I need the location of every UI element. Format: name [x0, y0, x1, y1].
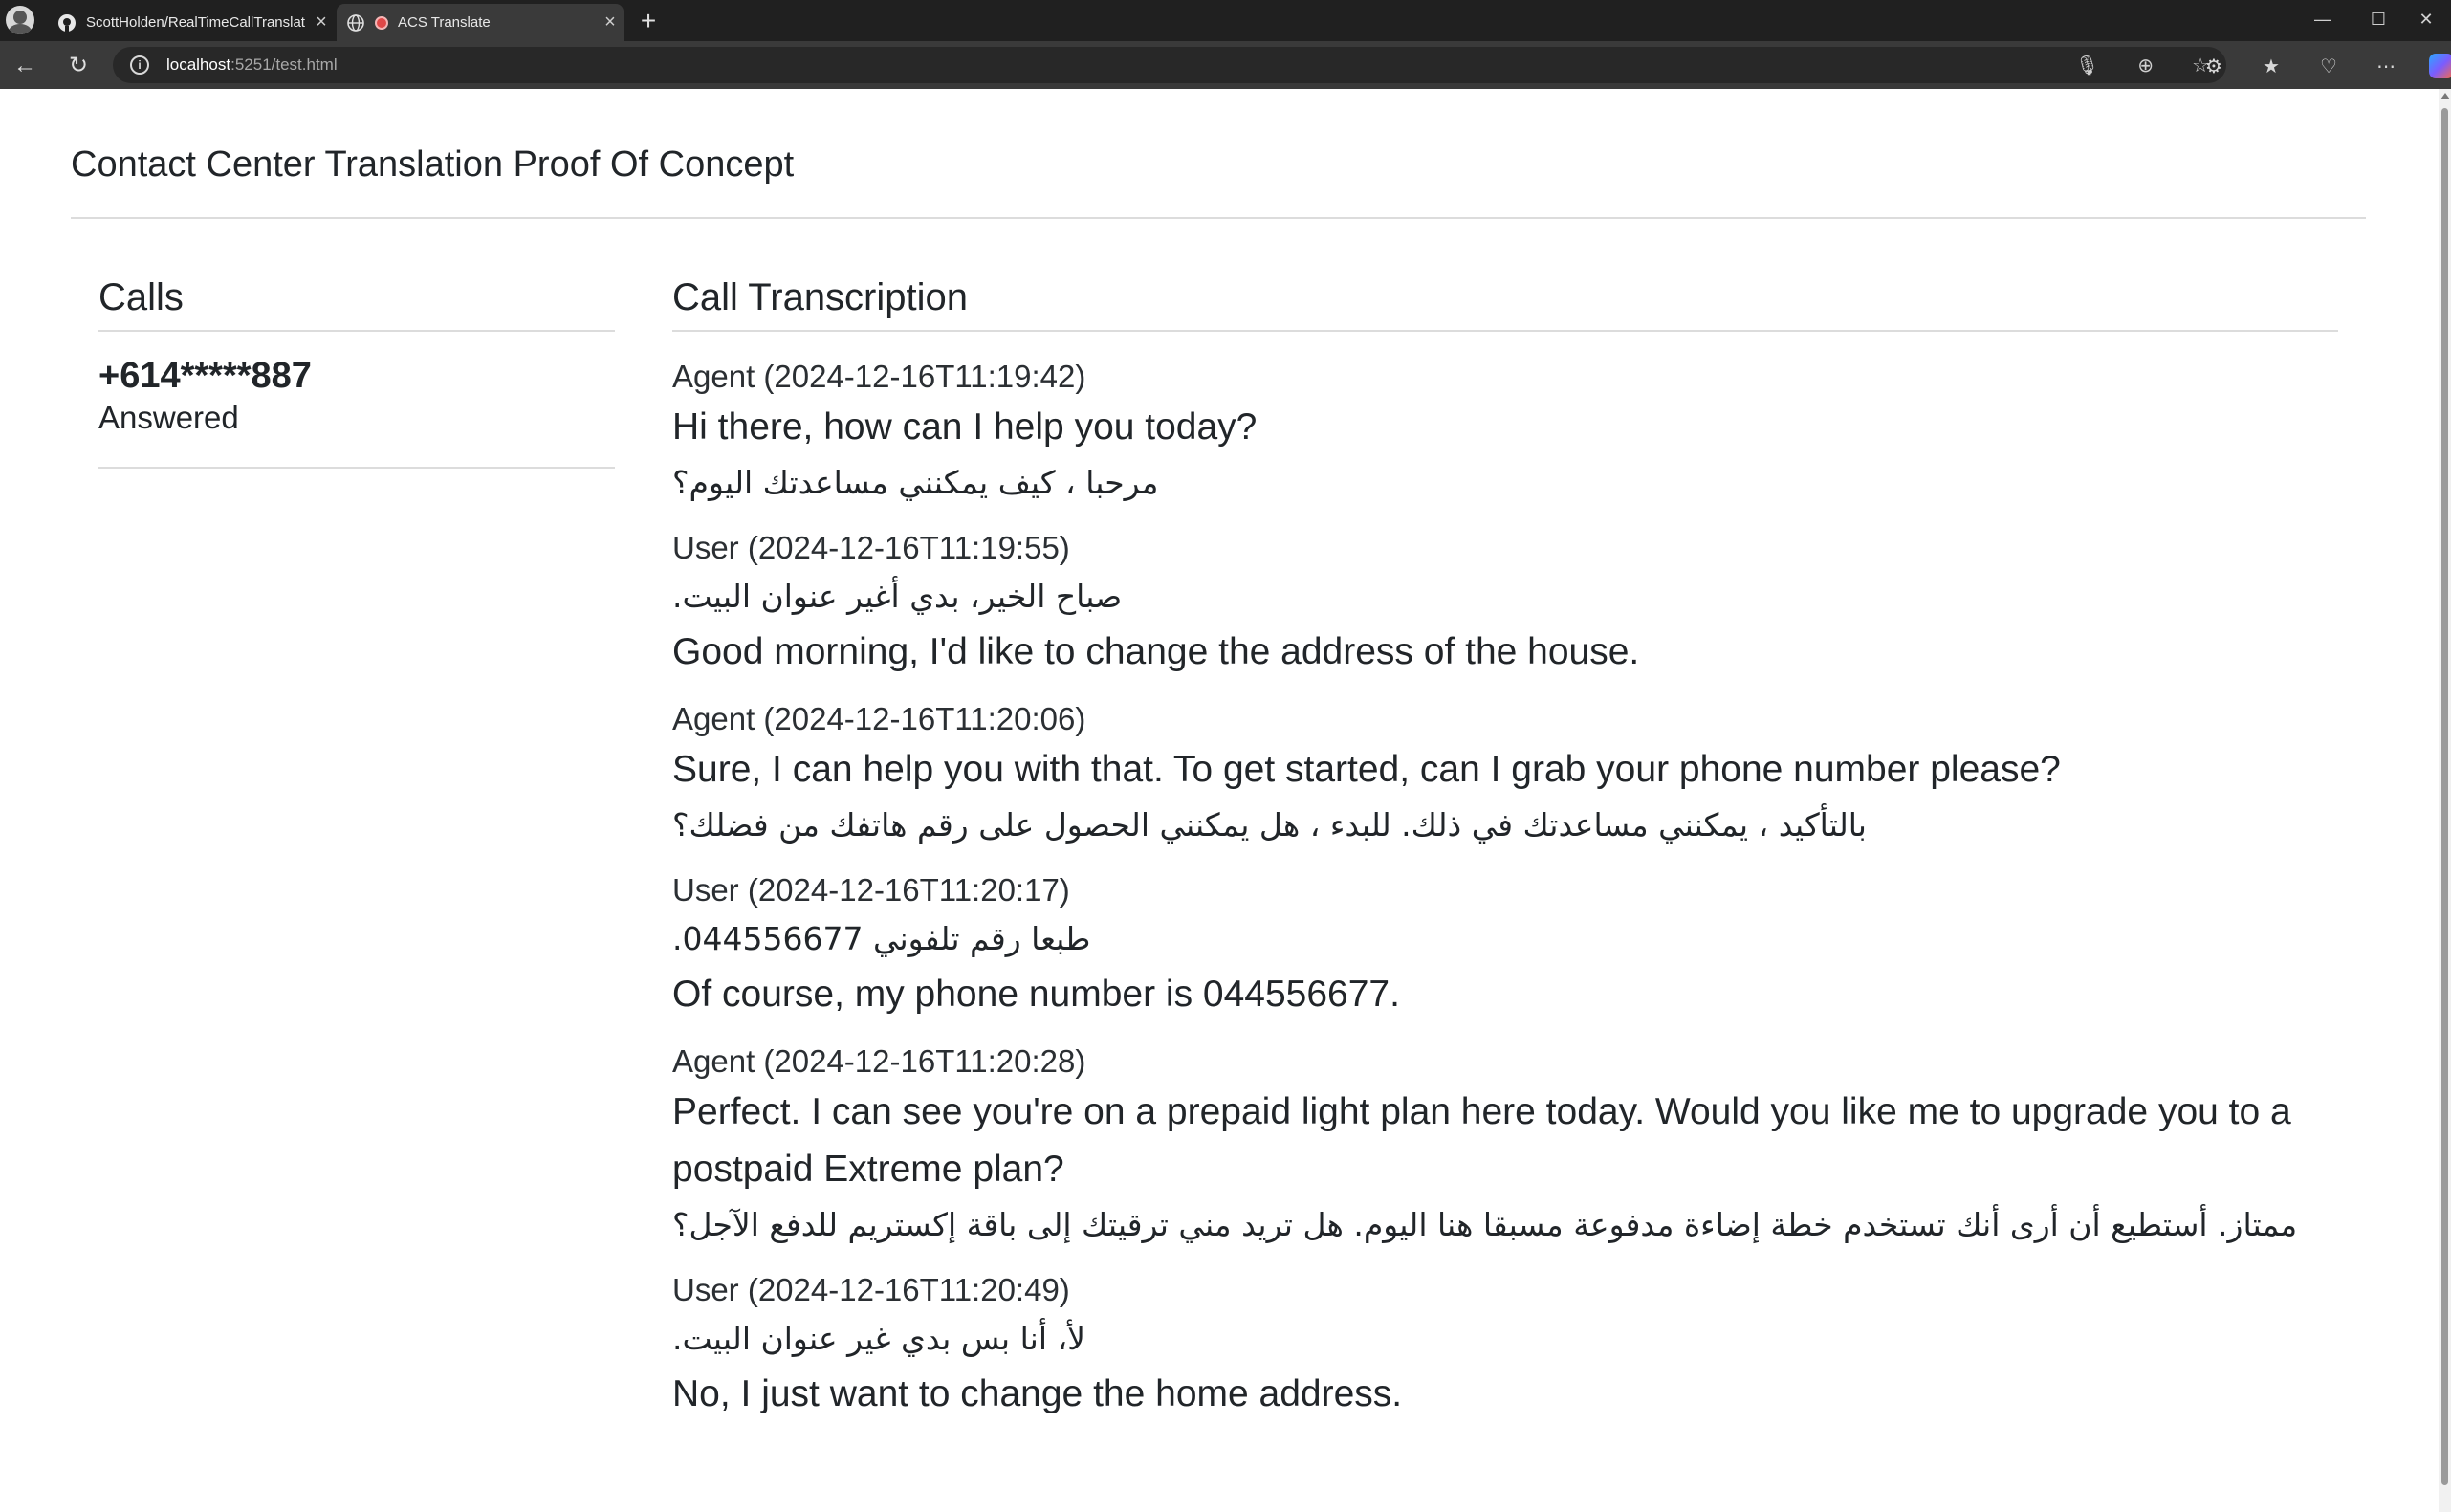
message-original: Hi there, how can I help you today?	[672, 406, 1258, 448]
message-original: Sure, I can help you with that. To get s…	[672, 749, 2061, 790]
address-bar[interactable]: i localhost:5251/test.html 🎙 ⊕ ☆	[113, 47, 2226, 83]
message-original: Perfect. I can see you're on a prepaid l…	[672, 1091, 2291, 1190]
message-translation: Of course, my phone number is 044556677.	[672, 974, 1400, 1015]
omnibox-actions: 🎙 ⊕ ☆	[2075, 47, 2209, 83]
minimize-icon[interactable]: —	[2295, 4, 2351, 34]
window-close-icon[interactable]: ✕	[2398, 4, 2451, 34]
transcript-message: User (2024-12-16T11:20:17) طبعا رقم تلفو…	[672, 868, 2338, 1023]
close-icon[interactable]: ×	[308, 11, 335, 33]
page-viewport: Contact Center Translation Proof Of Conc…	[0, 89, 2439, 1512]
globe-icon	[346, 13, 365, 33]
close-icon[interactable]: ×	[597, 11, 624, 33]
page-scrollbar[interactable]	[2439, 89, 2451, 1512]
transcript-message: User (2024-12-16T11:19:55) صباح الخير، ب…	[672, 526, 2338, 681]
tab-acs-translate[interactable]: ACS Translate ×	[337, 4, 624, 41]
new-tab-button[interactable]: +	[633, 6, 664, 36]
toolbar-icons: ⚙ ★ ♡ ⋯	[2199, 51, 2451, 81]
transcript-message: Agent (2024-12-16T11:19:42) Hi there, ho…	[672, 355, 2338, 510]
message-translation: No, I just want to change the home addre…	[672, 1373, 1403, 1414]
copilot-icon[interactable]	[2429, 54, 2451, 78]
zoom-icon[interactable]: ⊕	[2137, 54, 2154, 77]
site-info-icon[interactable]: i	[130, 55, 149, 75]
transcript-message: User (2024-12-16T11:20:49) لأ، أنا بس بد…	[672, 1268, 2338, 1423]
scroll-up-arrow-icon[interactable]	[2440, 93, 2450, 99]
calls-heading: Calls	[98, 276, 184, 318]
more-options-icon[interactable]: ⋯	[2372, 55, 2400, 78]
message-speaker: Agent (2024-12-16T11:20:06)	[672, 701, 1086, 736]
message-speaker: Agent (2024-12-16T11:20:28)	[672, 1043, 1086, 1079]
message-speaker: User (2024-12-16T11:19:55)	[672, 530, 1070, 565]
message-translation: مرحبا ، كيف يمكنني مساعدتك اليوم؟	[672, 464, 1159, 501]
transcript-message: Agent (2024-12-16T11:20:28) Perfect. I c…	[672, 1040, 2338, 1252]
microphone-icon[interactable]: 🎙	[2075, 54, 2099, 77]
message-translation: بالتأكيد ، يمكنني مساعدتك في ذلك. للبدء …	[672, 806, 1867, 844]
favorites-icon[interactable]: ★	[2257, 55, 2286, 78]
github-icon	[57, 13, 77, 33]
tab-title: ACS Translate	[398, 14, 491, 31]
call-number: +614*****887	[98, 356, 312, 396]
profile-avatar-icon[interactable]	[6, 6, 34, 34]
extensions-icon[interactable]: ⚙	[2199, 55, 2228, 78]
tab-github[interactable]: ScottHolden/RealTimeCallTranslat ×	[48, 4, 335, 41]
transcription-heading: Call Transcription	[672, 276, 969, 318]
call-status: Answered	[98, 400, 239, 435]
tab-title: ScottHolden/RealTimeCallTranslat	[86, 14, 305, 31]
transcript-message: Agent (2024-12-16T11:20:06) Sure, I can …	[672, 697, 2338, 852]
call-divider	[98, 467, 615, 469]
page-title: Contact Center Translation Proof Of Conc…	[71, 144, 795, 185]
browser-toolbar: ← ↻ i localhost:5251/test.html 🎙 ⊕ ☆ ⚙ ★…	[0, 41, 2451, 89]
url-text[interactable]: localhost:5251/test.html	[166, 55, 338, 75]
title-divider	[71, 217, 2366, 219]
browser-essentials-icon[interactable]: ♡	[2314, 55, 2343, 78]
call-list-item[interactable]: +614*****887 Answered	[98, 355, 615, 439]
scrollbar-thumb[interactable]	[2441, 108, 2448, 1485]
message-translation: ممتاز. أستطيع أن أرى أنك تستخدم خطة إضاء…	[672, 1206, 2298, 1243]
browser-title-bar: ScottHolden/RealTimeCallTranslat × ACS T…	[0, 0, 2451, 41]
message-speaker: Agent (2024-12-16T11:19:42)	[672, 359, 1086, 394]
message-speaker: User (2024-12-16T11:20:17)	[672, 872, 1070, 908]
back-arrow-icon[interactable]: ←	[8, 49, 42, 83]
message-original: طبعا رقم تلفوني 044556677.	[672, 920, 1091, 957]
message-original: صباح الخير، بدي أغير عنوان البيت.	[672, 578, 1123, 615]
transcription-list: Agent (2024-12-16T11:19:42) Hi there, ho…	[672, 355, 2338, 1439]
message-original: لأ، أنا بس بدي غير عنوان البيت.	[672, 1320, 1085, 1357]
calls-divider	[98, 330, 615, 332]
reload-icon[interactable]: ↻	[61, 49, 96, 83]
message-translation: Good morning, I'd like to change the add…	[672, 631, 1640, 672]
message-speaker: User (2024-12-16T11:20:49)	[672, 1272, 1070, 1307]
recording-indicator-icon	[375, 15, 388, 30]
transcription-divider	[672, 330, 2338, 332]
